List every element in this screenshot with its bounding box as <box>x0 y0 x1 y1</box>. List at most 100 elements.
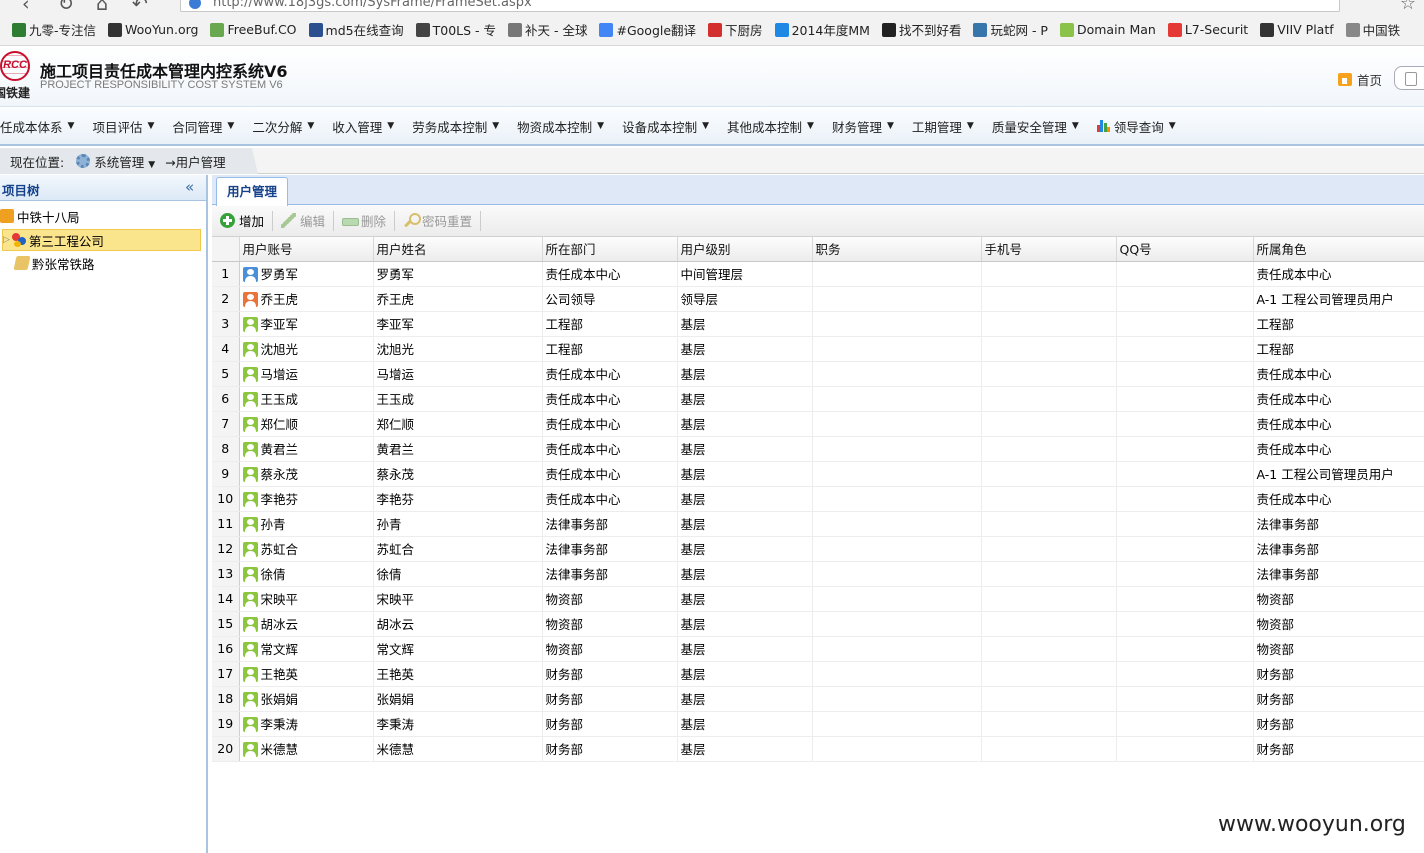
address-bar[interactable]: http://www.18j3gs.com/SysFrame/FrameSet.… <box>180 0 1340 12</box>
column-header[interactable]: 用户账号 <box>239 237 374 262</box>
cell-account-text: 沈旭光 <box>260 342 299 357</box>
menu-item[interactable]: 物资成本控制 ▼ <box>517 117 604 136</box>
table-row[interactable]: 17 王艳英 王艳英 财务部 基层 财务部 <box>212 661 1424 687</box>
table-row[interactable]: 9 蔡永茂 蔡永茂 责任成本中心 基层 A-1 工程公司管理员用户 <box>212 461 1424 487</box>
bookmark-item[interactable]: md5在线查询 <box>308 20 404 39</box>
cell-qq <box>1116 661 1254 687</box>
table-row[interactable]: 16 常文辉 常文辉 物资部 基层 物资部 <box>212 636 1424 662</box>
table-row[interactable]: 2 乔王虎 乔王虎 公司领导 领导层 A-1 工程公司管理员用户 <box>212 286 1424 312</box>
table-row[interactable]: 8 黄君兰 黄君兰 责任成本中心 基层 责任成本中心 <box>212 436 1424 462</box>
tree-node-root[interactable]: 中铁十八局 <box>0 205 80 227</box>
bookmark-label: 2014年度MM <box>791 23 870 38</box>
bookmark-item[interactable]: 中国铁 <box>1345 20 1400 39</box>
undo-icon[interactable]: ↶ <box>132 0 148 14</box>
table-row[interactable]: 6 王玉成 王玉成 责任成本中心 基层 责任成本中心 <box>212 386 1424 412</box>
browser-toolbar: ‹ ↻ ⌂ ↶ http://www.18j3gs.com/SysFrame/F… <box>0 0 1424 14</box>
bookmark-star-icon[interactable]: ☆ <box>1400 0 1416 14</box>
cell-duty <box>812 411 982 437</box>
bookmark-item[interactable]: 下厨房 <box>708 20 763 39</box>
reload-icon[interactable]: ↻ <box>58 0 74 14</box>
bookmark-item[interactable]: 玩蛇网 - P <box>973 20 1048 39</box>
table-row[interactable]: 12 苏虹合 苏虹合 法律事务部 基层 法律事务部 <box>212 536 1424 562</box>
table-row[interactable]: 1 罗勇军 罗勇军 责任成本中心 中间管理层 责任成本中心 <box>212 261 1424 287</box>
cell-dept: 法律事务部 <box>542 536 678 562</box>
bookmark-item[interactable]: VIIV Platf <box>1260 22 1334 37</box>
user-icon <box>242 342 258 357</box>
tree-node-railway[interactable]: 黔张常铁路 <box>13 252 95 274</box>
row-number: 12 <box>212 536 240 562</box>
home-link[interactable]: 首页 <box>1338 70 1382 89</box>
menu-item[interactable]: 质量安全管理 ▼ <box>992 117 1079 136</box>
bookmark-item[interactable]: FreeBuf.CO <box>210 22 297 37</box>
menu-item[interactable]: 劳务成本控制 ▼ <box>412 117 499 136</box>
site-info-icon[interactable] <box>189 0 201 9</box>
cell-account: 李艳芬 <box>239 486 374 512</box>
table-row[interactable]: 7 郑仁顺 郑仁顺 责任成本中心 基层 责任成本中心 <box>212 411 1424 437</box>
column-header[interactable]: 职务 <box>812 237 982 262</box>
bookmark-item[interactable]: WooYun.org <box>108 22 198 37</box>
table-row[interactable]: 5 马增运 马增运 责任成本中心 基层 责任成本中心 <box>212 361 1424 387</box>
table-row[interactable]: 4 沈旭光 沈旭光 工程部 基层 工程部 <box>212 336 1424 362</box>
cell-qq <box>1116 286 1254 312</box>
menu-item[interactable]: 领导查询 ▼ <box>1096 117 1176 136</box>
menu-item[interactable]: 项目评估 ▼ <box>92 117 154 136</box>
bookmark-item[interactable]: L7-Securit <box>1167 22 1248 37</box>
table-row[interactable]: 15 胡冰云 胡冰云 物资部 基层 物资部 <box>212 611 1424 637</box>
tree-node-company[interactable]: ▷ 第三工程公司 <box>2 229 201 251</box>
table-row[interactable]: 19 李秉涛 李秉涛 财务部 基层 财务部 <box>212 711 1424 737</box>
menu-item-label: 收入管理 <box>332 119 383 135</box>
column-header[interactable]: 所属角色 <box>1253 237 1424 262</box>
bookmark-item[interactable]: 2014年度MM <box>774 20 870 39</box>
breadcrumb-system[interactable]: 系统管理 ▼ <box>94 152 155 171</box>
delete-button[interactable]: 删除 <box>334 208 394 234</box>
expand-arrow-icon[interactable]: ▷ <box>3 235 10 245</box>
column-header[interactable]: 手机号 <box>981 237 1117 262</box>
column-header[interactable]: 用户姓名 <box>373 237 543 262</box>
project-tree: 项目树 « 中铁十八局 ▷ 第三工程公司 黔张常铁路 <box>0 175 208 853</box>
edit-button[interactable]: 编辑 <box>273 208 333 234</box>
collapse-left-icon[interactable]: « <box>185 178 194 196</box>
table-row[interactable]: 3 李亚军 李亚军 工程部 基层 工程部 <box>212 311 1424 337</box>
home-icon <box>1338 73 1352 86</box>
cell-account-text: 常文辉 <box>260 642 299 657</box>
table-row[interactable]: 13 徐倩 徐倩 法律事务部 基层 法律事务部 <box>212 561 1424 587</box>
column-header[interactable]: 用户级别 <box>677 237 813 262</box>
table-row[interactable]: 18 张娟娟 张娟娟 财务部 基层 财务部 <box>212 686 1424 712</box>
user-icon <box>242 517 258 532</box>
menu-item[interactable]: 二次分解 ▼ <box>252 117 314 136</box>
bookmark-item[interactable]: Domain Man <box>1059 22 1156 37</box>
table-row[interactable]: 20 米德慧 米德慧 财务部 基层 财务部 <box>212 736 1424 762</box>
bookmark-item[interactable]: 找不到好看 <box>881 20 961 39</box>
menu-item[interactable]: 收入管理 ▼ <box>332 117 394 136</box>
tab-user-management[interactable]: 用户管理 <box>216 177 289 206</box>
table-row[interactable]: 10 李艳芬 李艳芬 责任成本中心 基层 责任成本中心 <box>212 486 1424 512</box>
cell-qq <box>1116 361 1254 387</box>
menu-item[interactable]: 财务管理 ▼ <box>832 117 894 136</box>
l7-icon <box>1167 22 1182 37</box>
bookmark-item[interactable]: 九零-专注信 <box>12 20 96 39</box>
menu-item[interactable]: 工期管理 ▼ <box>912 117 974 136</box>
home-browser-icon[interactable]: ⌂ <box>96 0 108 14</box>
window-button[interactable] <box>1394 66 1424 90</box>
menu-item[interactable]: 任成本体系 ▼ <box>0 117 74 136</box>
column-header[interactable]: 所在部门 <box>542 237 678 262</box>
cell-role: 法律事务部 <box>1253 561 1424 587</box>
table-row[interactable]: 14 宋映平 宋映平 物资部 基层 物资部 <box>212 586 1424 612</box>
bookmark-item[interactable]: 补天 - 全球 <box>508 20 587 39</box>
domain-icon <box>1059 22 1074 37</box>
grid-header-row: 用户账号 用户姓名 所在部门 用户级别 职务 手机号 QQ号 所属角色 <box>212 237 1424 262</box>
row-number: 1 <box>212 261 240 287</box>
bookmark-item[interactable]: #Google翻译 <box>599 20 696 39</box>
back-icon[interactable]: ‹ <box>22 0 30 14</box>
menu-item[interactable]: 其他成本控制 ▼ <box>727 117 814 136</box>
menu-item[interactable]: 合同管理 ▼ <box>172 117 234 136</box>
column-header[interactable]: QQ号 <box>1116 237 1254 262</box>
cell-phone <box>981 511 1117 537</box>
table-row[interactable]: 11 孙青 孙青 法律事务部 基层 法律事务部 <box>212 511 1424 537</box>
cell-dept: 工程部 <box>542 311 678 337</box>
reset-password-button[interactable]: 密码重置 <box>395 208 480 234</box>
bookmark-item[interactable]: T00LS - 专 <box>415 20 496 39</box>
menu-item[interactable]: 设备成本控制 ▼ <box>622 117 709 136</box>
address-url[interactable]: http://www.18j3gs.com/SysFrame/FrameSet.… <box>213 0 532 10</box>
add-button[interactable]: 增加 <box>212 208 272 234</box>
